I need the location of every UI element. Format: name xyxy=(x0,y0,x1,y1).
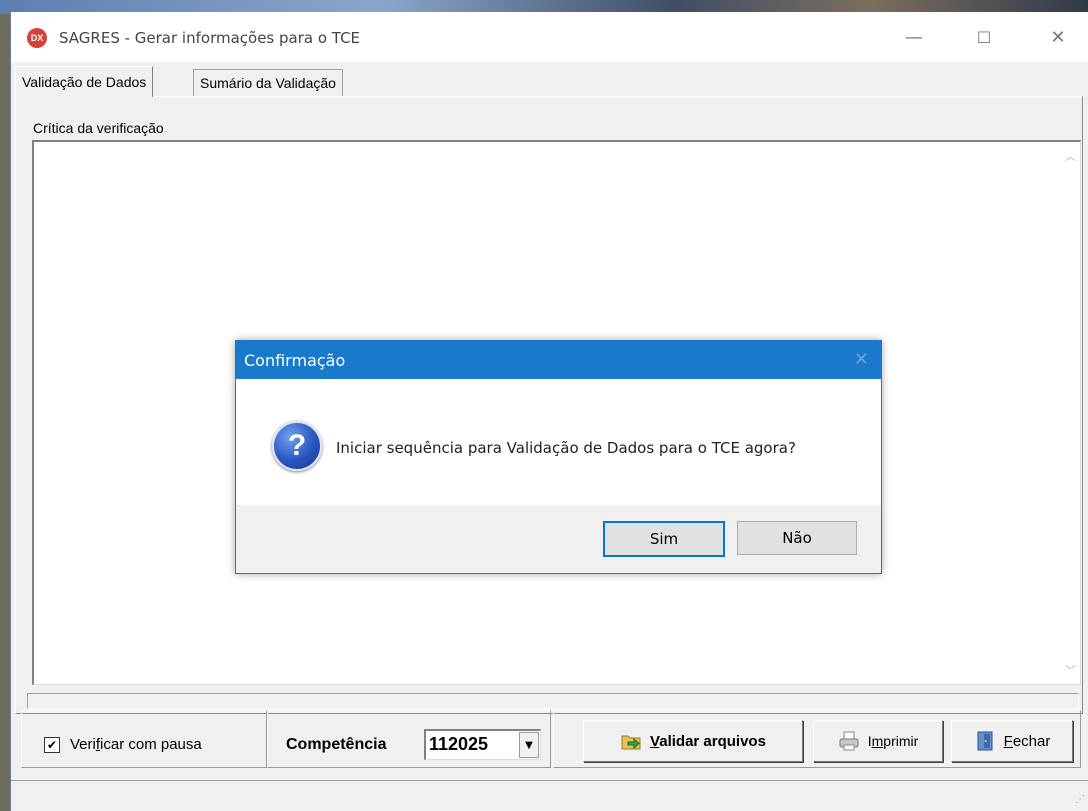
scroll-up-icon[interactable]: ︿ xyxy=(1065,148,1076,164)
tab-validacao-de-dados[interactable]: Validação de Dados xyxy=(15,66,154,97)
title-bar[interactable]: DX SAGRES - Gerar informações para o TCE… xyxy=(11,12,1088,62)
group-label: Crítica da verificação xyxy=(33,120,164,136)
validar-arquivos-button[interactable]: Validar arquivos xyxy=(583,720,803,762)
verificar-com-pausa-checkbox[interactable]: ✔ xyxy=(44,737,60,753)
dialog-title-bar[interactable]: Confirmação ✕ xyxy=(236,341,881,379)
dialog-footer: Sim Não xyxy=(236,505,881,573)
scroll-down-icon[interactable]: ﹀ xyxy=(1065,662,1076,678)
fechar-button[interactable]: Fechar xyxy=(951,720,1073,762)
fechar-label: Fechar xyxy=(1003,732,1051,750)
question-icon: ? xyxy=(272,421,322,471)
minimize-button[interactable]: — xyxy=(891,20,937,54)
dropdown-arrow-icon[interactable]: ▼ xyxy=(519,732,539,758)
close-window-button[interactable]: ✕ xyxy=(1035,20,1081,54)
nao-button[interactable]: Não xyxy=(737,521,857,555)
door-exit-icon xyxy=(977,731,993,751)
competencia-select[interactable]: 112025 ▼ xyxy=(424,729,541,760)
dialog-title: Confirmação xyxy=(244,351,346,370)
validar-arquivos-label: Validar arquivos xyxy=(650,732,766,750)
verificar-com-pausa-label[interactable]: Verificar com pausa xyxy=(70,736,202,753)
options-panel: ✔ Verificar com pausa xyxy=(21,710,267,768)
competencia-value: 112025 xyxy=(429,734,489,754)
dialog-message: Iniciar sequência para Validação de Dado… xyxy=(336,439,796,457)
confirmation-dialog: Confirmação ✕ ? Iniciar sequência para V… xyxy=(235,340,882,574)
app-icon: DX xyxy=(27,28,47,48)
imprimir-button[interactable]: Imprimir xyxy=(813,720,943,762)
printer-icon xyxy=(839,731,859,751)
progress-bar xyxy=(27,693,1079,709)
window-title: SAGRES - Gerar informações para o TCE xyxy=(59,29,361,47)
tab-sumario-da-validacao[interactable]: Sumário da Validação xyxy=(193,69,343,96)
tab-strip: Validação de Dados Sumário da Validação xyxy=(11,66,1088,98)
folder-arrow-icon xyxy=(621,735,641,750)
tab-label: Validação de Dados xyxy=(22,74,147,90)
resize-grip-icon[interactable]: ⋰ xyxy=(1075,794,1085,805)
vertical-scrollbar[interactable]: ︿ ﹀ xyxy=(1062,142,1080,684)
imprimir-label: Imprimir xyxy=(867,733,919,749)
maximize-button[interactable]: ☐ xyxy=(961,20,1007,54)
competencia-label: Competência xyxy=(286,736,387,753)
dialog-close-icon[interactable]: ✕ xyxy=(854,349,869,370)
status-bar: ⋰ xyxy=(11,780,1088,809)
tab-label: Sumário da Validação xyxy=(200,75,336,91)
sim-button[interactable]: Sim xyxy=(603,521,725,557)
